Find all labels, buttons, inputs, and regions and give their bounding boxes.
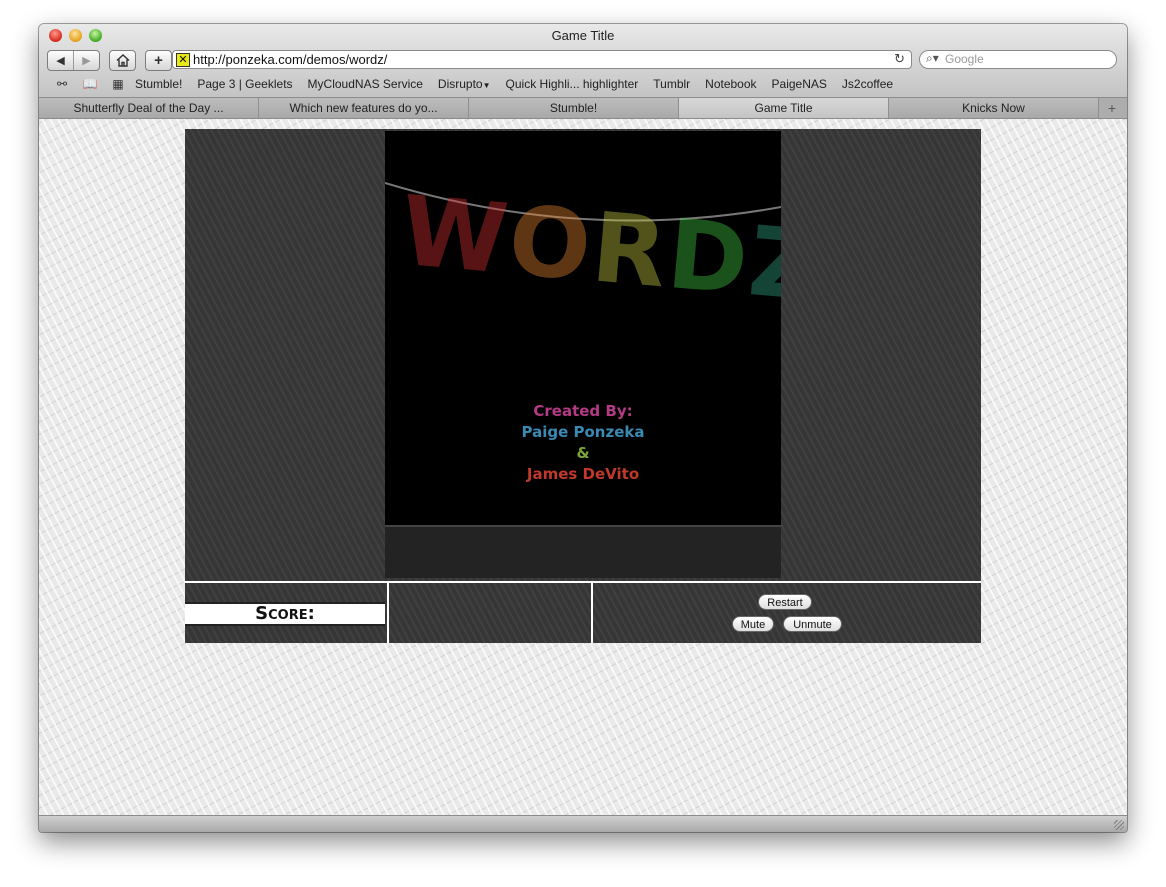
tab-knicks-now[interactable]: Knicks Now — [889, 98, 1099, 118]
game-control-panel: Score: Restart Mute Unmute — [185, 581, 981, 643]
bookmarks-bar: ⚯ 📖 ▦ Stumble! Page 3 | Geeklets MyCloud… — [51, 76, 908, 92]
top-sites-grid-icon[interactable]: ▦ — [107, 77, 129, 91]
wordz-logo: WORDZ! — [397, 175, 781, 323]
credits-created-by: Created By: — [533, 402, 633, 420]
logo-letter: O — [504, 184, 598, 303]
bookmark-disrupto[interactable]: Disrupto▼ — [438, 77, 491, 91]
bookmark-paigenas[interactable]: PaigeNAS — [772, 77, 827, 91]
middle-cell — [389, 583, 593, 643]
credits-block: Created By: Paige Ponzeka & James DeVito — [385, 401, 781, 485]
new-tab-button[interactable]: + — [1103, 98, 1121, 118]
add-bookmark-button[interactable]: + — [146, 51, 171, 70]
home-icon — [116, 54, 129, 67]
bookmark-stumble[interactable]: Stumble! — [135, 77, 182, 91]
add-bookmark-group: + — [145, 50, 172, 71]
tab-stumble[interactable]: Stumble! — [469, 98, 679, 118]
browser-window: Game Title ◀ ▶ + ✕ http://ponzeka.com/de… — [39, 24, 1127, 832]
tab-game-title[interactable]: Game Title — [679, 98, 889, 118]
credits-author-1: Paige Ponzeka — [521, 423, 645, 441]
search-field[interactable]: ⌕▾ — [919, 50, 1117, 69]
tab-bar: Shutterfly Deal of the Day ... Which new… — [39, 97, 1127, 119]
logo-letter: R — [587, 191, 674, 310]
controls-cell: Restart Mute Unmute — [593, 583, 981, 643]
bookmark-mycloudnas[interactable]: MyCloudNAS Service — [308, 77, 423, 91]
tab-which-new-features[interactable]: Which new features do yo... — [259, 98, 469, 118]
score-cell: Score: — [185, 583, 389, 643]
reload-icon: ↻ — [894, 51, 905, 66]
game-canvas[interactable]: WORDZ! Created By: Paige Ponzeka & James… — [385, 131, 781, 525]
url-text[interactable]: http://ponzeka.com/demos/wordz/ — [193, 52, 387, 67]
reload-button[interactable]: ↻ — [894, 51, 905, 67]
window-title: Game Title — [551, 28, 615, 43]
plus-icon: + — [154, 52, 163, 69]
home-button[interactable] — [110, 51, 135, 70]
search-icon: ⌕▾ — [926, 51, 939, 65]
credits-ampersand: & — [576, 444, 590, 462]
forward-arrow-icon: ▶ — [82, 55, 91, 67]
site-favicon-icon: ✕ — [176, 53, 190, 67]
forward-button[interactable]: ▶ — [73, 51, 99, 70]
bookmark-tumblr[interactable]: Tumblr — [653, 77, 690, 91]
browser-toolbar: Game Title ◀ ▶ + ✕ http://ponzeka.com/de… — [39, 24, 1127, 98]
bookmark-quick-highlighter[interactable]: Quick Highli... highlighter — [506, 77, 639, 91]
bookmark-notebook[interactable]: Notebook — [705, 77, 756, 91]
reading-list-icon[interactable]: ⚯ — [51, 77, 73, 91]
chevron-down-icon: ▼ — [482, 81, 491, 90]
score-label: Score: — [255, 603, 315, 624]
page-content: WORDZ! Created By: Paige Ponzeka & James… — [39, 119, 1127, 816]
history-buttons: ◀ ▶ — [47, 50, 100, 71]
bookmarks-book-icon[interactable]: 📖 — [79, 77, 101, 91]
mute-button[interactable]: Mute — [732, 616, 774, 632]
tab-shutterfly[interactable]: Shutterfly Deal of the Day ... — [39, 98, 259, 118]
home-button-group — [109, 50, 136, 71]
logo-letter: W — [396, 174, 515, 296]
unmute-button[interactable]: Unmute — [783, 616, 842, 632]
logo-letter: D — [663, 197, 755, 317]
credits-author-2: James DeVito — [526, 465, 640, 483]
restart-button[interactable]: Restart — [758, 594, 812, 610]
address-bar[interactable]: ✕ http://ponzeka.com/demos/wordz/ ↻ — [172, 50, 912, 69]
plus-icon: + — [1107, 100, 1117, 116]
word-tray[interactable] — [385, 525, 781, 578]
score-strip: Score: — [185, 602, 385, 626]
search-input[interactable] — [945, 52, 1105, 66]
bookmark-disrupto-label: Disrupto — [437, 77, 483, 91]
resize-grip-icon[interactable] — [1114, 820, 1124, 830]
bookmark-geeklets[interactable]: Page 3 | Geeklets — [197, 77, 292, 91]
status-bar — [39, 815, 1127, 832]
back-arrow-icon: ◀ — [56, 55, 65, 67]
back-button[interactable]: ◀ — [48, 51, 73, 70]
game-frame: WORDZ! Created By: Paige Ponzeka & James… — [185, 129, 981, 581]
bookmark-js2coffee[interactable]: Js2coffee — [842, 77, 893, 91]
